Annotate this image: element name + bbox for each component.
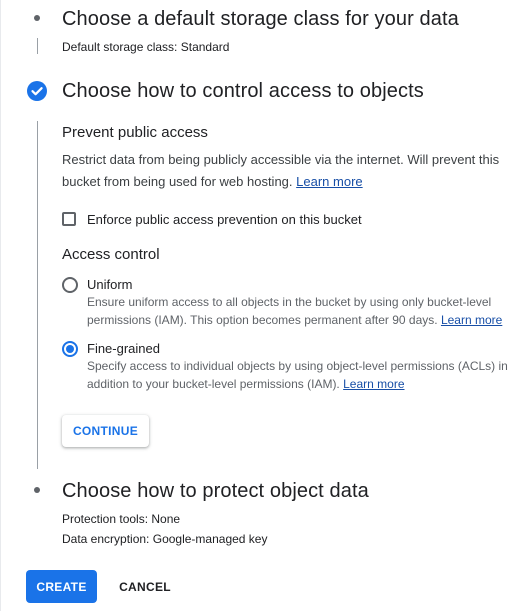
summary-value: None xyxy=(151,512,181,526)
learn-more-link[interactable]: Learn more xyxy=(343,377,404,391)
step-title-access[interactable]: Choose how to control access to objects xyxy=(62,80,424,103)
data-encryption-summary: Data encryption: Google-managed key xyxy=(62,532,267,546)
learn-more-link[interactable]: Learn more xyxy=(296,174,362,189)
prevent-public-description: Restrict data from being publicly access… xyxy=(62,149,512,193)
fine-grained-label[interactable]: Fine-grained xyxy=(87,341,160,356)
cancel-button[interactable]: CANCEL xyxy=(109,570,181,603)
learn-more-link[interactable]: Learn more xyxy=(441,313,502,327)
protection-tools-summary: Protection tools: None xyxy=(62,512,180,526)
fine-grained-radio[interactable] xyxy=(62,341,78,357)
enforce-public-prevention-checkbox[interactable] xyxy=(62,212,76,226)
create-button[interactable]: CREATE xyxy=(26,570,97,603)
step-connector xyxy=(37,121,38,469)
create-bucket-form: Choose a default storage class for your … xyxy=(0,0,532,611)
summary-value: Google-managed key xyxy=(152,532,268,546)
summary-label: Protection tools: xyxy=(62,512,149,526)
access-control-heading: Access control xyxy=(62,246,160,263)
checkbox-label: Enforce public access prevention on this… xyxy=(87,211,362,227)
summary-value: Standard xyxy=(180,40,230,54)
description-text: Restrict data from being publicly access… xyxy=(62,152,500,189)
summary-label: Data encryption: xyxy=(62,532,150,546)
uniform-radio[interactable] xyxy=(62,277,78,293)
step-dot-icon xyxy=(34,487,40,493)
description-text: Ensure uniform access to all objects in … xyxy=(87,295,492,327)
fine-grained-description: Specify access to individual objects by … xyxy=(87,357,517,393)
step-title-storage-class[interactable]: Choose a default storage class for your … xyxy=(62,8,459,31)
description-text: Specify access to individual objects by … xyxy=(87,359,508,391)
prevent-public-heading: Prevent public access xyxy=(62,124,208,141)
continue-button[interactable]: CONTINUE xyxy=(62,415,149,447)
enforce-public-prevention-row[interactable]: Enforce public access prevention on this… xyxy=(62,209,362,229)
uniform-description: Ensure uniform access to all objects in … xyxy=(87,293,517,329)
step-dot-icon xyxy=(34,15,40,21)
check-circle-icon xyxy=(27,81,47,101)
uniform-label[interactable]: Uniform xyxy=(87,277,133,292)
summary-label: Default storage class: xyxy=(62,40,178,54)
storage-class-summary: Default storage class: Standard xyxy=(62,40,229,54)
step-connector xyxy=(37,38,38,54)
step-title-protection[interactable]: Choose how to protect object data xyxy=(62,480,369,503)
